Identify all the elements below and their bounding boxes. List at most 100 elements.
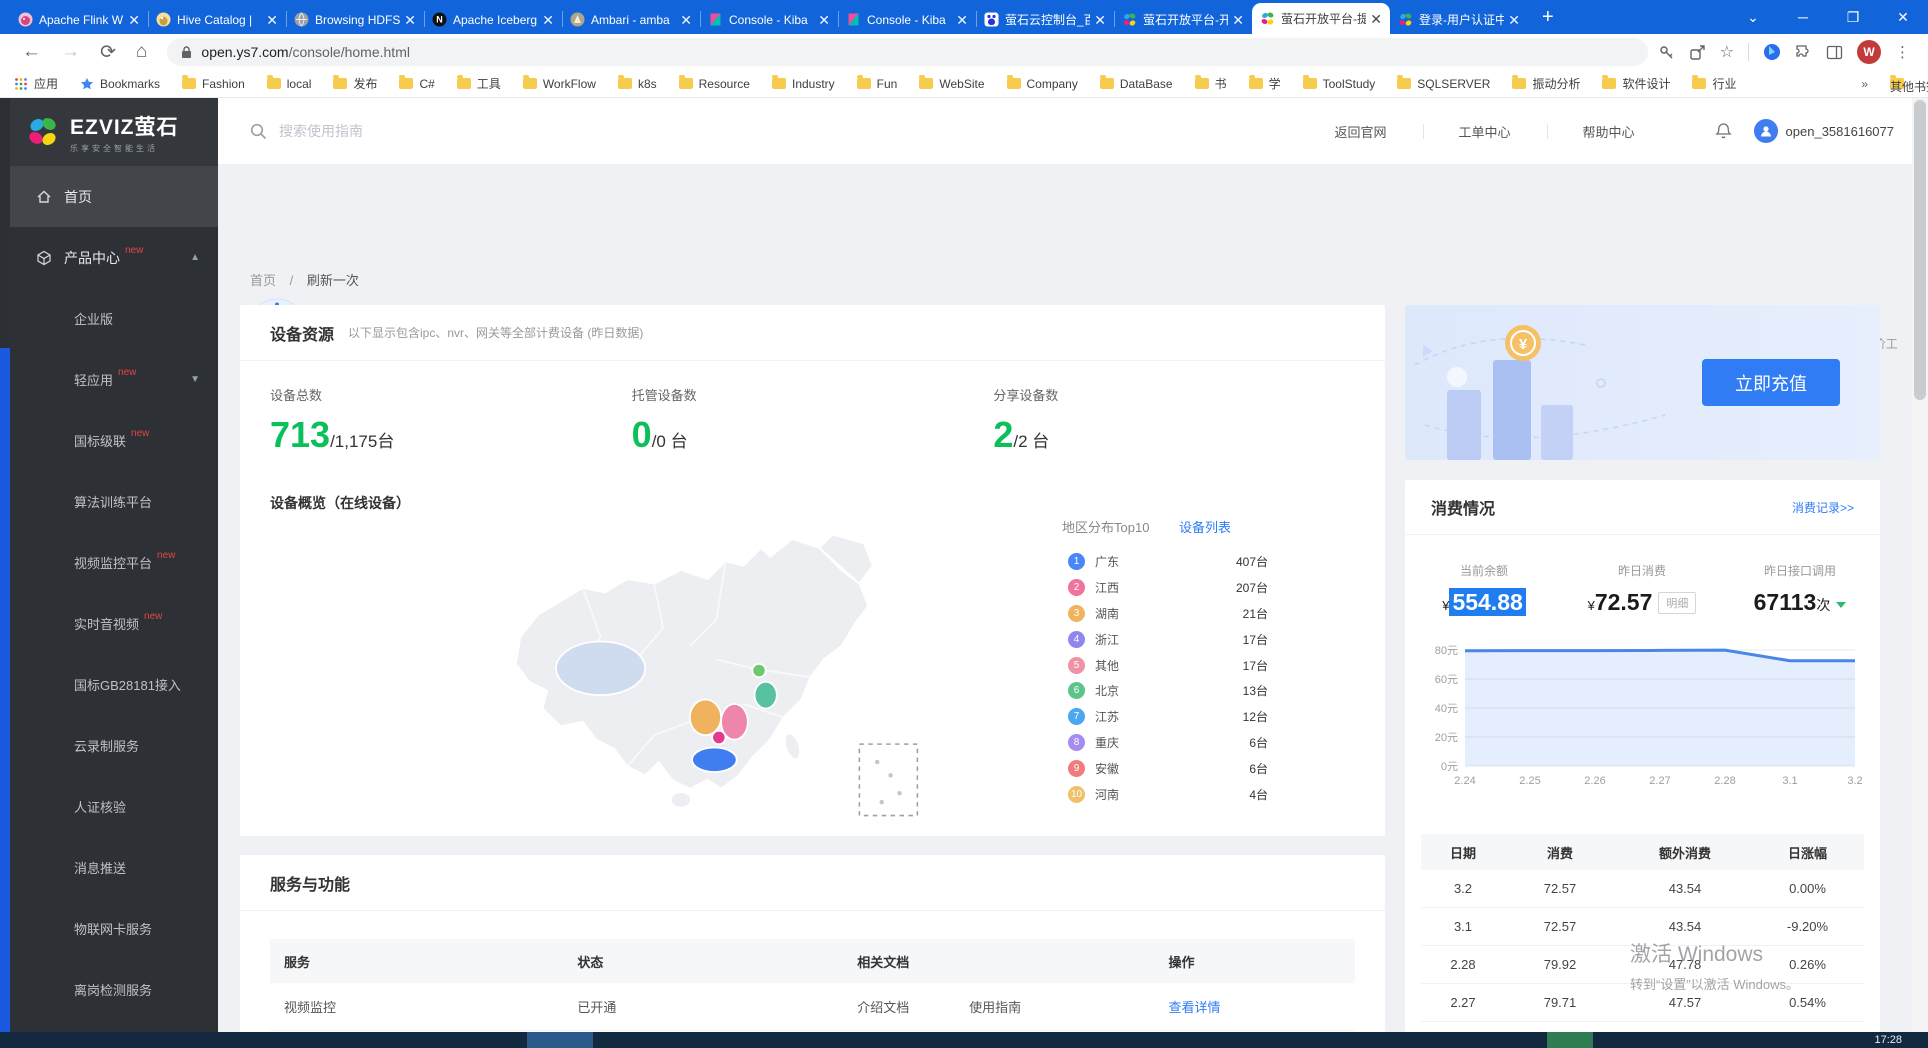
sidebar-subitem-实时音视频[interactable]: 实时音视频new [10,593,218,654]
bookmark-item[interactable]: Fun [857,77,898,91]
browser-tab[interactable]: 登录-用户认证中✕ [1390,5,1528,34]
browser-tab[interactable]: Console - Kiba✕ [700,5,838,34]
bookmark-item[interactable]: Bookmarks [80,77,160,91]
bookmark-item[interactable]: 学 [1249,75,1281,92]
service-view-details-link[interactable]: 查看详情 [1168,997,1355,1016]
bookmark-star-icon[interactable]: ☆ [1720,42,1734,62]
bookmark-item[interactable]: SQLSERVER [1397,77,1490,91]
tab-region-top10[interactable]: 地区分布Top10 [1062,520,1149,535]
bookmark-item[interactable]: C# [399,77,434,91]
bookmark-item[interactable]: 发布 [333,75,377,92]
taskbar-app-segment[interactable] [527,1032,593,1048]
tab-close-icon[interactable]: ✕ [266,13,278,27]
taskbar-app-segment-green[interactable] [1547,1032,1593,1048]
bookmark-item[interactable]: Resource [679,77,750,91]
detail-tag-button[interactable]: 明细 [1658,592,1696,614]
bookmark-item[interactable]: Industry [772,77,835,91]
bookmark-item[interactable]: k8s [618,77,657,91]
tab-close-icon[interactable]: ✕ [1370,12,1382,26]
bookmark-item[interactable]: WebSite [919,77,984,91]
browser-tab[interactable]: Ambari - amba✕ [562,5,700,34]
guide-search[interactable]: 搜索使用指南 [250,121,363,141]
recharge-button[interactable]: 立即充值 [1702,359,1840,406]
bookmark-item[interactable]: 工具 [457,75,501,92]
browser-tab[interactable]: 萤石开放平台-提✕ [1252,3,1390,34]
tab-close-icon[interactable]: ✕ [956,13,968,27]
tab-close-icon[interactable]: ✕ [128,13,140,27]
header-link-official-site[interactable]: 返回官网 [1299,122,1423,141]
share-icon[interactable] [1689,44,1706,61]
consumption-records-link[interactable]: 消费记录>> [1792,499,1854,516]
header-link-help-center[interactable]: 帮助中心 [1547,122,1671,141]
service-doc-guide[interactable]: 使用指南 [969,997,1168,1016]
side-panel-icon[interactable] [1826,44,1843,61]
sidebar-subitem-视频监控平台[interactable]: 视频监控平台new [10,532,218,593]
minimize-button[interactable]: ─ [1778,9,1828,25]
browser-tab[interactable]: Hive Catalog |✕ [148,5,286,34]
username[interactable]: open_3581616077 [1786,124,1894,139]
sidebar-subitem-物联网卡服务[interactable]: 物联网卡服务 [10,898,218,959]
back-icon[interactable]: ← [12,41,51,63]
browser-tab[interactable]: Apache Flink W✕ [10,5,148,34]
page-scrollbar[interactable] [1912,98,1928,1032]
scrollbar-thumb[interactable] [1914,100,1926,400]
bookmark-item[interactable]: local [267,77,312,91]
bell-icon[interactable] [1715,122,1732,140]
home-icon[interactable]: ⌂ [126,41,157,63]
sidebar-subitem-云录制服务[interactable]: 云录制服务 [10,715,218,776]
browser-tab[interactable]: Browsing HDFS✕ [286,5,424,34]
service-doc-intro[interactable]: 介绍文档 [857,997,969,1016]
bookmark-item[interactable]: 应用 [14,75,58,92]
other-bookmarks[interactable]: 其他书签 [1890,78,1910,89]
sidebar-subitem-人证核验[interactable]: 人证核验 [10,776,218,837]
browser-tab[interactable]: Console - Kiba✕ [838,5,976,34]
bookmark-item[interactable]: 软件设计 [1602,75,1670,92]
bookmark-item[interactable]: 行业 [1692,75,1736,92]
tab-device-list[interactable]: 设备列表 [1179,520,1231,535]
tab-close-icon[interactable]: ✕ [818,13,830,27]
bookmark-item[interactable]: 振动分析 [1512,75,1580,92]
bookmark-item[interactable]: Fashion [182,77,245,91]
sidebar-subitem-国标GB28181接入[interactable]: 国标GB28181接入 [10,654,218,715]
tab-close-icon[interactable]: ✕ [1508,13,1520,27]
sidebar-subitem-消息推送[interactable]: 消息推送 [10,837,218,898]
reload-icon[interactable]: ⟳ [90,41,126,64]
browser-tab[interactable]: 萤石云控制台_百✕ [976,5,1114,34]
sidebar-subitem-国标级联[interactable]: 国标级联new [10,410,218,471]
browser-tab[interactable]: 萤石开放平台-开✕ [1114,5,1252,34]
tab-search-icon[interactable]: ⌄ [1728,9,1778,26]
sidebar-item-home[interactable]: 首页 [10,166,218,227]
user-avatar-icon[interactable] [1754,119,1778,143]
sidebar-subitem-轻应用[interactable]: 轻应用new▼ [10,349,218,410]
tab-close-icon[interactable]: ✕ [404,13,416,27]
forward-icon[interactable]: → [51,41,90,63]
ezviz-logo[interactable]: EZVIZ萤石 乐享安全智能生活 [10,98,218,166]
green-caret-down-icon[interactable] [1836,602,1846,608]
tab-close-icon[interactable]: ✕ [1232,13,1244,27]
close-button[interactable]: ✕ [1878,9,1928,26]
extensions-puzzle-icon[interactable] [1795,44,1812,61]
bookmark-item[interactable]: Company [1007,77,1078,91]
menu-dots-icon[interactable]: ⋮ [1895,43,1910,61]
browser-tab[interactable]: NApache Iceberg✕ [424,5,562,34]
header-link-ticket-center[interactable]: 工单中心 [1423,122,1547,141]
tab-close-icon[interactable]: ✕ [542,13,554,27]
key-icon[interactable] [1658,44,1675,61]
breadcrumb-home[interactable]: 首页 [250,273,276,288]
sidebar-subitem-算法训练平台[interactable]: 算法训练平台 [10,471,218,532]
profile-avatar[interactable]: W [1857,40,1881,64]
bookmarks-overflow-chevron[interactable]: » [1861,77,1868,91]
maximize-button[interactable]: ❐ [1828,9,1878,26]
bookmark-item[interactable]: DataBase [1100,77,1173,91]
bookmark-item[interactable]: ToolStudy [1303,77,1376,91]
sidebar-item-product-center[interactable]: 产品中心 new ▲ [10,227,218,288]
bookmark-item[interactable]: 书 [1195,75,1227,92]
sidebar-subitem-企业版[interactable]: 企业版 [10,288,218,349]
address-bar[interactable]: open.ys7.com/console/home.html [167,38,1647,66]
new-tab-button[interactable]: + [1528,3,1568,31]
tab-close-icon[interactable]: ✕ [680,13,692,27]
sidebar-subitem-离岗检测服务[interactable]: 离岗检测服务 [10,959,218,1020]
tab-close-icon[interactable]: ✕ [1094,13,1106,27]
bookmark-item[interactable]: WorkFlow [523,77,596,91]
bing-icon[interactable] [1763,43,1781,61]
